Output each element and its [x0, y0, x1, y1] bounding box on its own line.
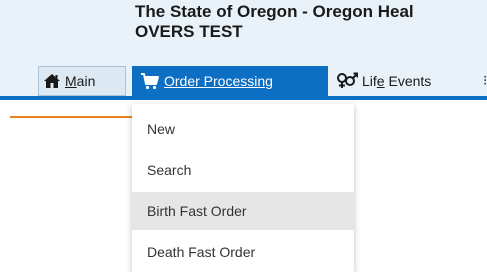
- gender-symbol-icon: [336, 72, 358, 90]
- nav-item-main-label: Main: [65, 73, 96, 89]
- nav-separator: ⁝: [483, 72, 487, 89]
- nav-item-life-events-label: Life Events: [362, 73, 432, 89]
- menu-item-new[interactable]: New: [132, 110, 354, 148]
- nav-item-life-events[interactable]: Life Events: [334, 66, 474, 96]
- menu-item-death-fast-order[interactable]: Death Fast Order: [132, 233, 354, 271]
- nav-underline-bar: [0, 96, 487, 100]
- order-processing-dropdown: New Search Birth Fast Order Death Fast O…: [132, 104, 354, 272]
- nav-item-order-processing[interactable]: Order Processing: [132, 66, 328, 96]
- menu-item-birth-fast-order[interactable]: Birth Fast Order: [132, 192, 354, 230]
- menu-item-search[interactable]: Search: [132, 151, 354, 189]
- home-icon: [43, 73, 61, 89]
- organization-title: The State of Oregon - Oregon Heal: [135, 2, 414, 21]
- environment-label: OVERS TEST: [135, 22, 243, 41]
- accent-line: [10, 116, 132, 118]
- shopping-cart-icon: [140, 72, 160, 90]
- nav-item-order-processing-label: Order Processing: [164, 73, 273, 89]
- nav-item-main[interactable]: Main: [38, 66, 126, 96]
